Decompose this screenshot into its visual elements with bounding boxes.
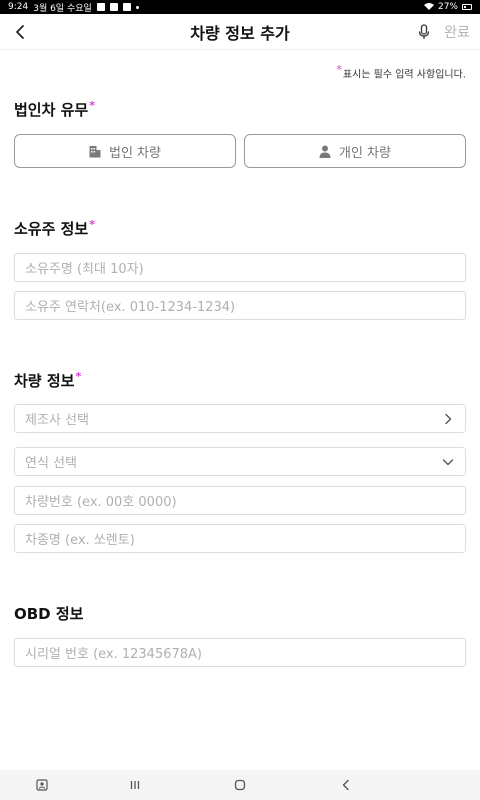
keyboard-icon (36, 779, 48, 791)
car-model-input[interactable]: 차종명 (ex. 쏘렌토) (14, 524, 466, 553)
required-star: * (89, 99, 95, 112)
owner-name-placeholder: 소유주명 (최대 10자) (25, 262, 144, 277)
section-title-obd-label: OBD 정보 (14, 605, 84, 623)
notification-icon (122, 3, 131, 11)
home-icon (234, 779, 246, 791)
plate-number-placeholder: 차량번호 (ex. 00호 0000) (25, 495, 177, 510)
gallery-icon (96, 3, 105, 11)
person-icon (319, 145, 331, 158)
section-title-owner-label: 소유주 정보 (14, 220, 89, 238)
section-title-vehicle: 차량 정보* (14, 370, 82, 391)
owner-phone-placeholder: 소유주 연락처(ex. 010-1234-1234) (25, 300, 236, 315)
required-star: * (89, 218, 95, 231)
section-title-obd: OBD 정보 (14, 603, 83, 624)
manufacturer-placeholder: 제조사 선택 (25, 413, 89, 428)
voice-input-button[interactable] (412, 20, 436, 44)
app-bar: 차량 정보 추가 완료 (0, 14, 480, 50)
keyboard-toggle-button[interactable] (34, 777, 50, 793)
recent-apps-button[interactable] (127, 777, 143, 793)
section-title-vehicle-label: 차량 정보 (14, 372, 75, 390)
corporate-vehicle-label: 법인 차량 (109, 145, 161, 161)
battery-level: 27% (437, 2, 458, 12)
plate-number-input[interactable]: 차량번호 (ex. 00호 0000) (14, 486, 466, 515)
status-date: 3월 6일 수요일 (33, 3, 92, 14)
section-title-owner: 소유주 정보* (14, 218, 96, 239)
chevron-left-icon (16, 25, 24, 39)
required-star: * (336, 63, 342, 76)
required-star: * (75, 370, 82, 383)
status-bar: 9:24 3월 6일 수요일 27% (0, 0, 480, 14)
microphone-icon (418, 24, 430, 39)
wifi-icon (423, 2, 434, 13)
home-button[interactable] (232, 777, 248, 793)
required-note-text: 표시는 필수 입력 사항입니다. (342, 69, 466, 81)
settings-icon (109, 3, 118, 11)
year-placeholder: 연식 선택 (25, 456, 77, 471)
owner-phone-input[interactable]: 소유주 연락처(ex. 010-1234-1234) (14, 291, 466, 320)
corporate-vehicle-button[interactable]: 법인 차량 (14, 134, 236, 168)
serial-number-placeholder: 시리얼 번호 (ex. 12345678A) (25, 647, 202, 662)
status-left: 9:24 3월 6일 수요일 (8, 1, 139, 14)
back-button[interactable] (8, 18, 32, 46)
personal-vehicle-button[interactable]: 개인 차량 (244, 134, 466, 168)
section-title-corporate-label: 법인차 유무 (14, 101, 89, 119)
building-icon (89, 145, 101, 157)
more-notifications-icon (135, 5, 139, 9)
status-time: 9:24 (8, 2, 29, 12)
page-title: 차량 정보 추가 (190, 23, 290, 43)
back-icon (342, 779, 349, 791)
recent-apps-icon (130, 781, 140, 789)
system-nav-bar (0, 770, 480, 800)
chevron-right-icon (441, 412, 455, 426)
system-back-button[interactable] (338, 777, 354, 793)
car-model-placeholder: 차종명 (ex. 쏘렌토) (25, 533, 135, 548)
done-button[interactable]: 완료 (444, 22, 470, 42)
year-select[interactable]: 연식 선택 (14, 447, 466, 476)
status-right: 27% (423, 2, 472, 13)
manufacturer-select[interactable]: 제조사 선택 (14, 404, 466, 433)
chevron-down-icon (441, 455, 455, 469)
required-note: *표시는 필수 입력 사항입니다. (336, 63, 466, 80)
section-title-corporate: 법인차 유무* (14, 99, 96, 120)
personal-vehicle-label: 개인 차량 (339, 145, 391, 161)
owner-name-input[interactable]: 소유주명 (최대 10자) (14, 253, 466, 282)
battery-icon (462, 4, 472, 10)
serial-number-input[interactable]: 시리얼 번호 (ex. 12345678A) (14, 638, 466, 667)
